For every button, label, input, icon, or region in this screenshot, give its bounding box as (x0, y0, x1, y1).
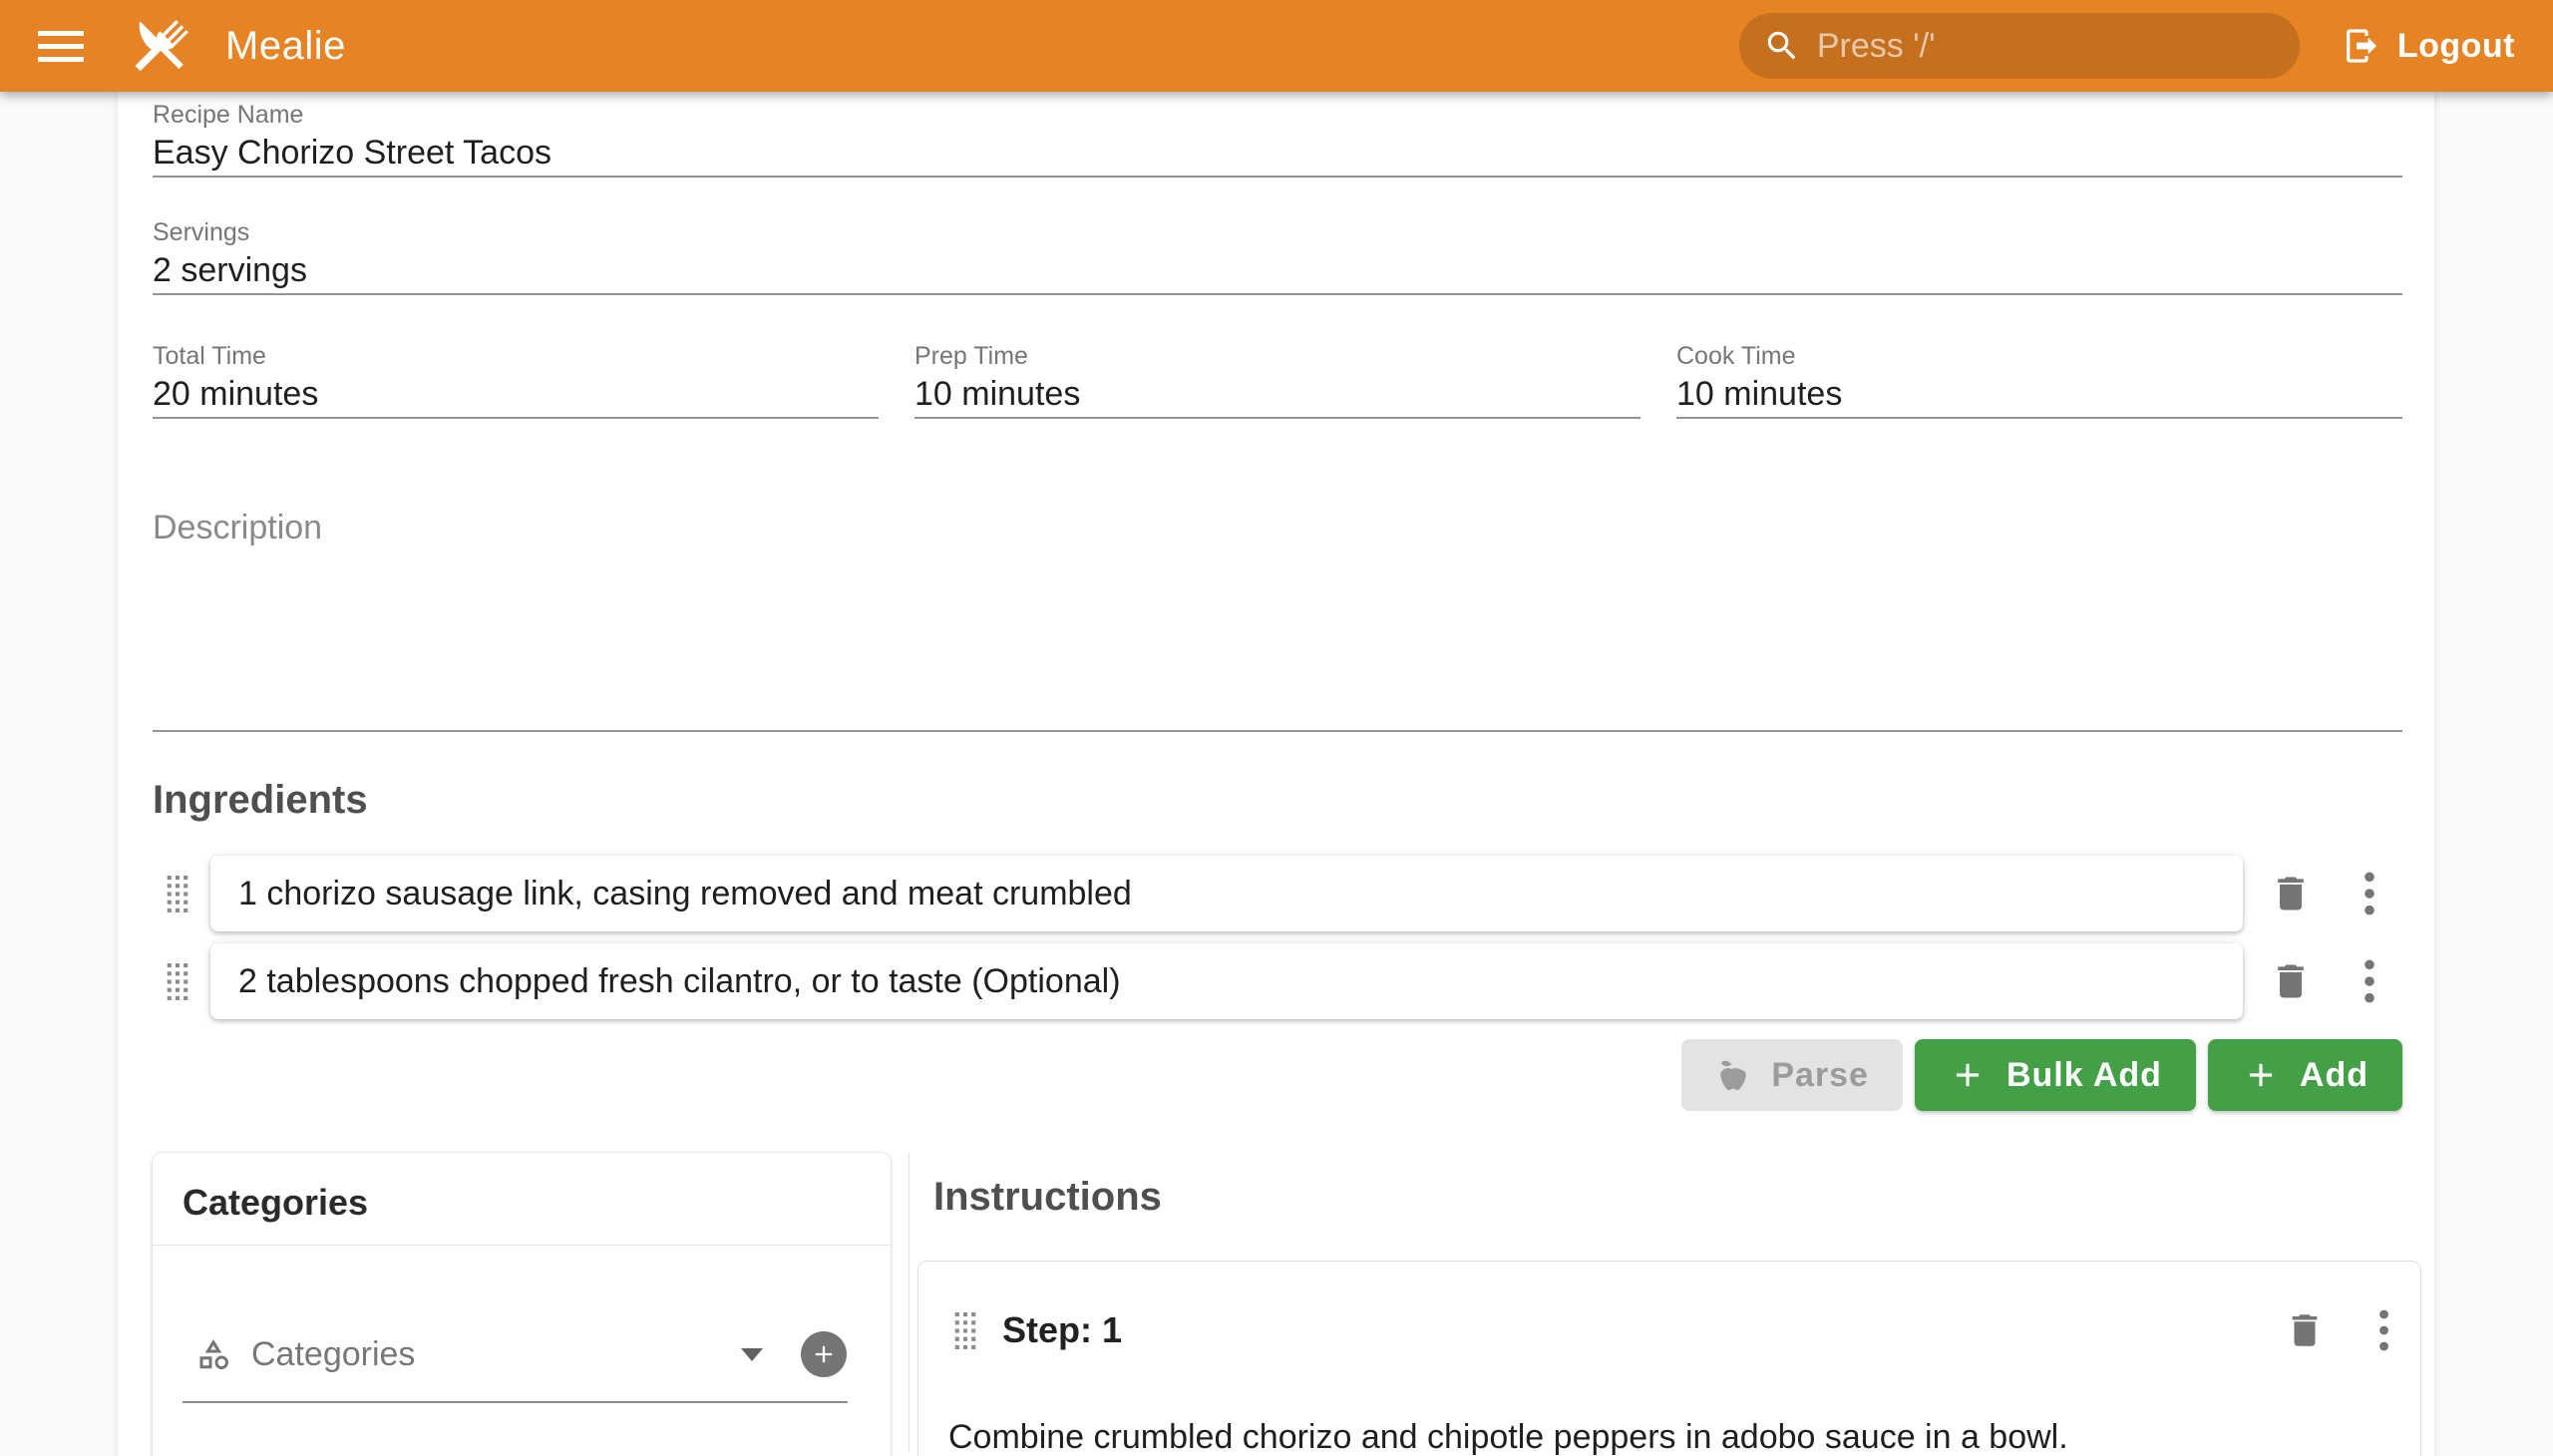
kebab-icon (2363, 871, 2376, 916)
kebab-icon (2377, 1308, 2390, 1352)
trash-icon (2269, 959, 2313, 1003)
plus-icon (1949, 1056, 1987, 1094)
select-underline (182, 1401, 848, 1403)
add-category-button[interactable] (801, 1331, 847, 1377)
delete-ingredient-button[interactable] (2269, 959, 2313, 1003)
total-time-value[interactable]: 20 minutes (153, 371, 879, 419)
drag-handle-icon[interactable] (165, 873, 190, 915)
total-time-label: Total Time (153, 341, 879, 371)
instructions-heading: Instructions (933, 1173, 2402, 1221)
cook-time-field[interactable]: Cook Time 10 minutes (1676, 341, 2402, 419)
description-textarea[interactable] (153, 550, 2402, 732)
servings-value[interactable]: 2 servings (153, 247, 2402, 295)
parse-label: Parse (1771, 1056, 1869, 1095)
servings-field[interactable]: Servings 2 servings (153, 217, 2402, 295)
shapes-icon (195, 1336, 231, 1372)
ingredient-row: 2 tablespoons chopped fresh cilantro, or… (153, 943, 2402, 1019)
total-time-field[interactable]: Total Time 20 minutes (153, 341, 879, 419)
apple-icon (1715, 1057, 1751, 1093)
parse-button[interactable]: Parse (1681, 1039, 1903, 1111)
instruction-step-card: Step: 1 Combine crum (917, 1261, 2421, 1456)
prep-time-value[interactable]: 10 minutes (914, 371, 1641, 419)
ingredient-menu-button[interactable] (2361, 958, 2378, 1004)
divider (153, 1245, 891, 1246)
drag-handle-icon[interactable] (165, 960, 190, 1003)
delete-step-button[interactable] (2284, 1309, 2326, 1351)
bulk-add-label: Bulk Add (2006, 1056, 2162, 1095)
add-label: Add (2300, 1056, 2369, 1095)
logout-label: Logout (2397, 27, 2515, 66)
ingredient-menu-button[interactable] (2361, 871, 2378, 916)
recipe-name-label: Recipe Name (153, 100, 2402, 130)
description-field[interactable]: Description (153, 505, 2402, 732)
prep-time-label: Prep Time (914, 341, 1641, 371)
trash-icon (2269, 872, 2313, 915)
categories-select-label: Categories (251, 1335, 415, 1374)
prep-time-field[interactable]: Prep Time 10 minutes (914, 341, 1641, 419)
categories-select[interactable]: Categories (195, 1329, 847, 1379)
bulk-add-button[interactable]: Bulk Add (1915, 1039, 2196, 1111)
recipe-name-field[interactable]: Recipe Name Easy Chorizo Street Tacos (153, 100, 2402, 178)
step-title: Step: 1 (1002, 1309, 1122, 1351)
step-menu-button[interactable] (2377, 1308, 2390, 1352)
delete-ingredient-button[interactable] (2269, 872, 2313, 915)
add-ingredient-button[interactable]: Add (2208, 1039, 2402, 1111)
search-bar[interactable] (1739, 13, 2300, 79)
ingredient-input[interactable]: 1 chorizo sausage link, casing removed a… (210, 856, 2243, 931)
cook-time-label: Cook Time (1676, 341, 2402, 371)
menu-icon[interactable] (38, 31, 84, 62)
recipe-editor-card: Recipe Name Easy Chorizo Street Tacos Se… (118, 92, 2434, 1456)
plus-icon (810, 1340, 838, 1368)
categories-card-title: Categories (153, 1153, 891, 1225)
description-label: Description (153, 505, 2402, 550)
app-header: Mealie Logout (0, 0, 2553, 92)
categories-card: Categories Categories (153, 1153, 891, 1456)
step-text-input[interactable]: Combine crumbled chorizo and chipotle pe… (948, 1415, 2390, 1456)
recipe-name-value[interactable]: Easy Chorizo Street Tacos (153, 130, 2402, 178)
drag-handle-icon[interactable] (952, 1309, 978, 1352)
search-icon (1763, 27, 1801, 65)
trash-icon (2284, 1309, 2326, 1351)
search-input[interactable] (1817, 27, 2276, 66)
ingredient-input[interactable]: 2 tablespoons chopped fresh cilantro, or… (210, 943, 2243, 1019)
chevron-down-icon[interactable] (741, 1348, 763, 1361)
logout-icon (2342, 26, 2381, 66)
plus-icon (2242, 1056, 2280, 1094)
logout-button[interactable]: Logout (2342, 26, 2515, 66)
servings-label: Servings (153, 217, 2402, 247)
mealie-logo-icon (122, 9, 195, 83)
kebab-icon (2363, 958, 2376, 1004)
ingredients-heading: Ingredients (153, 776, 2402, 824)
ingredient-row: 1 chorizo sausage link, casing removed a… (153, 856, 2402, 931)
app-title: Mealie (225, 24, 346, 69)
cook-time-value[interactable]: 10 minutes (1676, 371, 2402, 419)
